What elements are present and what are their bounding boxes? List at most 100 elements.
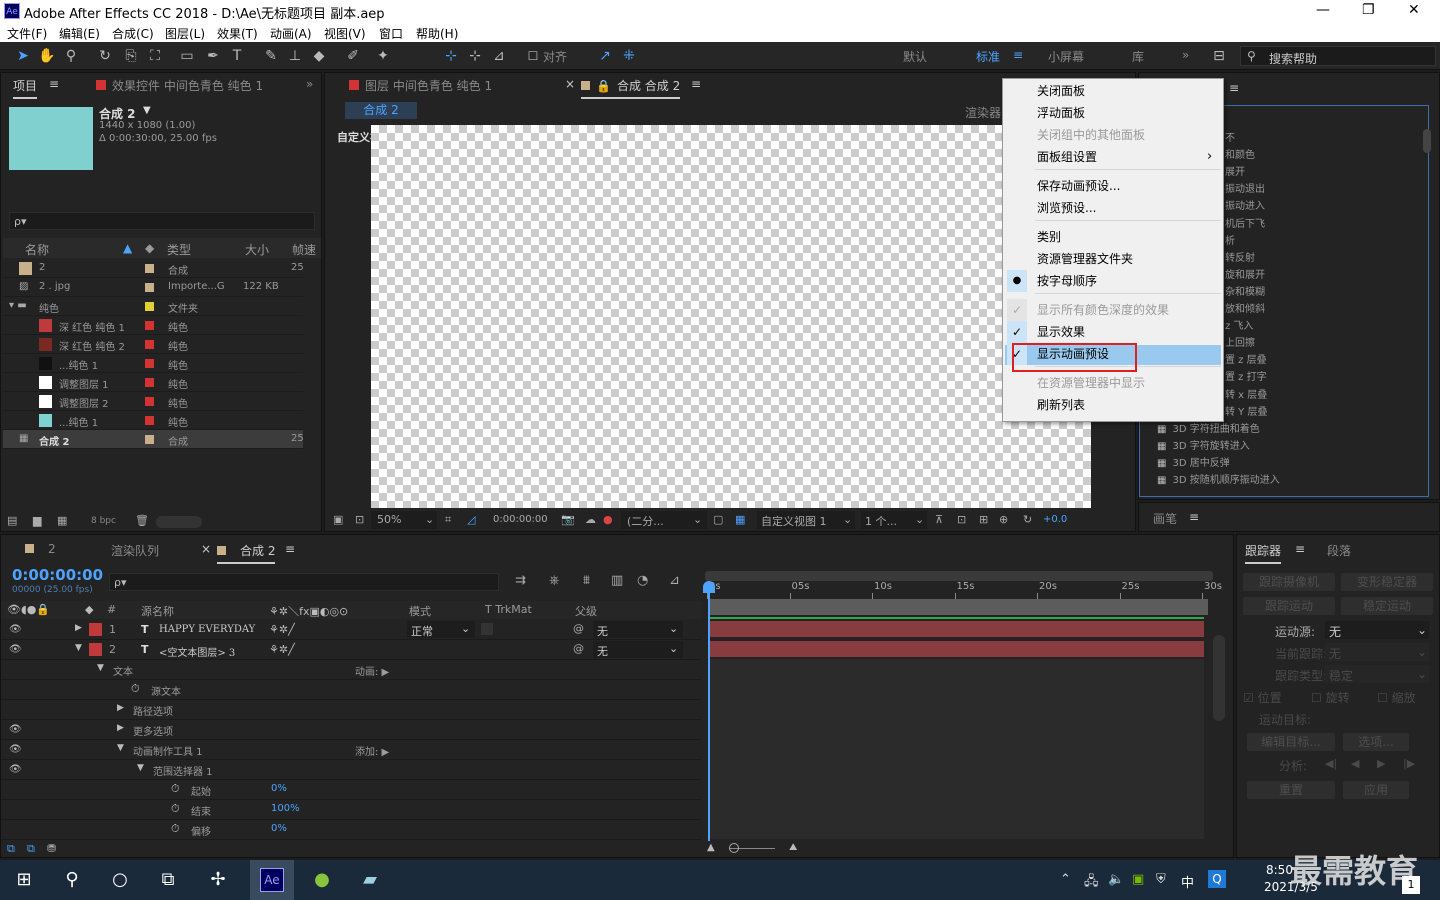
view-axis-icon[interactable]: ⊿ bbox=[490, 47, 508, 65]
menu-item[interactable]: 资源管理器文件夹 bbox=[1037, 249, 1133, 269]
zoom-select[interactable]: 50% ⌄ bbox=[371, 511, 437, 529]
expand-layer-switches-icon[interactable]: ⧉ bbox=[7, 842, 15, 856]
notification-center-icon[interactable]: 1 bbox=[1402, 876, 1420, 894]
source-name-column[interactable]: 源名称 bbox=[141, 603, 174, 619]
task-view-icon[interactable]: ⧉ bbox=[156, 868, 180, 892]
expand-in-out-icon[interactable]: ⛃ bbox=[47, 842, 56, 855]
help-search-input[interactable]: ⚲ 搜索帮助 bbox=[1240, 46, 1436, 66]
rotation-checkbox[interactable]: ☐ 旋转 bbox=[1311, 689, 1350, 706]
always-preview-icon[interactable]: ▣ bbox=[333, 513, 343, 526]
property-row[interactable]: 👁▼动画制作工具 1添加: ▶I bbox=[1, 740, 710, 760]
transparency-grid-icon[interactable]: ▦ bbox=[735, 513, 745, 526]
delete-icon[interactable]: 🗑 bbox=[135, 514, 149, 527]
visibility-eye-icon[interactable]: 👁 bbox=[9, 624, 22, 635]
snap-checkbox-icon[interactable]: ☐ bbox=[524, 47, 542, 65]
tab-render-queue[interactable]: 渲染队列 bbox=[111, 542, 159, 559]
menu-item[interactable]: 关闭面板 bbox=[1037, 81, 1085, 101]
brush-tool-icon[interactable]: ✎ bbox=[262, 47, 280, 65]
qq-icon[interactable]: Q bbox=[1208, 870, 1226, 888]
project-item[interactable]: ...纯色 1 纯色 bbox=[3, 354, 303, 373]
work-area-range[interactable] bbox=[708, 599, 1208, 615]
effects-list-item[interactable]: 机后下飞 bbox=[1225, 215, 1265, 230]
rectangle-tool-icon[interactable]: ▭ bbox=[178, 47, 196, 65]
effects-list-item[interactable]: ▦ 3D 按随机顺序振动进入 bbox=[1157, 471, 1280, 486]
tab-project[interactable]: 项目 bbox=[13, 77, 38, 99]
ime-indicator[interactable]: 中 bbox=[1181, 872, 1194, 891]
property-value[interactable]: 100% bbox=[271, 803, 300, 814]
workspace-standard[interactable]: 标准 bbox=[976, 48, 1000, 65]
menu-item[interactable]: 在资源管理器中显示 bbox=[1037, 373, 1145, 393]
toggle-pixel-aspect-icon[interactable]: ⊼ bbox=[935, 513, 943, 526]
layer-1-bar[interactable] bbox=[708, 621, 1204, 637]
expand-arrow-icon[interactable]: ▶ bbox=[117, 703, 124, 713]
column-name[interactable]: 名称 bbox=[25, 241, 49, 258]
timeline-scrollbar[interactable] bbox=[1213, 635, 1225, 721]
project-item[interactable]: ▦ 合成 2 合成 25 bbox=[3, 430, 304, 449]
color-channels-icon[interactable]: ● bbox=[603, 513, 613, 526]
trkmat-column[interactable]: T TrkMat bbox=[485, 603, 532, 616]
exposure-value[interactable]: +0.0 bbox=[1043, 514, 1067, 525]
menu-item[interactable]: 显示效果 bbox=[1037, 322, 1085, 342]
menu-layer[interactable]: 图层(L) bbox=[165, 25, 205, 42]
edit-target-button[interactable]: 编辑目标... bbox=[1247, 733, 1335, 751]
layer-label-color[interactable] bbox=[89, 623, 102, 636]
timeline-panel-menu-icon[interactable]: ≡ bbox=[285, 542, 295, 556]
expand-arrow-icon[interactable]: ▼ bbox=[137, 763, 144, 773]
property-row[interactable]: ⏱结束100%I bbox=[1, 800, 710, 820]
analyze-backward-icon[interactable]: ◀| bbox=[1325, 757, 1337, 770]
label-color[interactable] bbox=[145, 435, 154, 444]
track-camera-button[interactable]: 跟踪摄像机 bbox=[1243, 573, 1335, 591]
menu-item[interactable]: 显示所有颜色深度的效果 bbox=[1037, 300, 1169, 320]
frame-blending-icon[interactable]: ▥ bbox=[611, 573, 623, 588]
pen-tool-icon[interactable]: ✒ bbox=[204, 47, 222, 65]
menu-edit[interactable]: 编辑(E) bbox=[59, 25, 100, 42]
close-button[interactable]: ✕ bbox=[1408, 2, 1420, 18]
expand-arrow-icon[interactable]: ▼ bbox=[97, 663, 104, 673]
tab-brush[interactable]: 画笔 bbox=[1153, 510, 1177, 527]
pinwheel-app-icon[interactable]: ✢ bbox=[206, 868, 230, 892]
resolution-select[interactable]: (二分... ⌄ bbox=[621, 511, 707, 529]
menu-item[interactable]: 关闭组中的其他面板 bbox=[1037, 125, 1145, 145]
time-ruler[interactable]: 0s05s10s15s20s25s30s bbox=[705, 581, 1222, 599]
stopwatch-icon[interactable]: ⏱ bbox=[171, 802, 180, 816]
current-track-select[interactable]: 无 ⌄ bbox=[1325, 643, 1429, 661]
effects-list-item[interactable]: z 飞入 bbox=[1225, 317, 1253, 332]
effects-list-item[interactable]: 置 z 打字 bbox=[1225, 368, 1267, 383]
property-action[interactable]: 动画: ▶ bbox=[355, 663, 389, 678]
snapshot-camera-icon[interactable]: 📷 bbox=[561, 513, 575, 526]
options-button[interactable]: 选项... bbox=[1343, 733, 1409, 751]
parent-select[interactable]: 无 ⌄ bbox=[593, 621, 683, 638]
stopwatch-icon[interactable]: ⏱ bbox=[131, 682, 140, 696]
tab-layer[interactable]: 图层 中间色青色 纯色 1 bbox=[349, 77, 492, 94]
column-fps[interactable]: 帧速 bbox=[292, 241, 316, 258]
brush-panel-menu-icon[interactable]: ≡ bbox=[1189, 510, 1199, 524]
apply-button[interactable]: 应用 bbox=[1343, 781, 1409, 799]
clone-stamp-tool-icon[interactable]: ⊥ bbox=[286, 47, 304, 65]
comp-flowchart-tab[interactable]: 合成 2 bbox=[345, 102, 417, 119]
layer-row[interactable]: 👁 ▶ 1 T HAPPY EVERYDAY ⚘✲╱ 正常 ⌄ @ 无 ⌄ bbox=[1, 620, 701, 640]
cortana-icon[interactable]: ○ bbox=[108, 868, 132, 892]
maximize-button[interactable]: ❐ bbox=[1362, 2, 1375, 18]
preserve-transparency-toggle[interactable] bbox=[481, 623, 493, 635]
menu-item[interactable]: 面板组设置 bbox=[1037, 147, 1097, 167]
shy-layers-icon[interactable]: ⩩ bbox=[583, 573, 590, 588]
property-value[interactable]: 0% bbox=[271, 783, 287, 794]
project-item[interactable]: 调整图层 1 纯色 bbox=[3, 373, 303, 392]
comp-dropdown-icon[interactable]: ▼ bbox=[143, 105, 151, 116]
track-type-select[interactable]: 稳定 ⌄ bbox=[1325, 665, 1429, 683]
property-row[interactable]: 👁▶更多选项I bbox=[1, 720, 710, 740]
zoom-slider-thumb[interactable] bbox=[729, 843, 739, 853]
menu-item[interactable]: 保存动画预设... bbox=[1037, 176, 1120, 196]
new-composition-icon[interactable]: ▦ bbox=[57, 514, 67, 527]
eraser-tool-icon[interactable]: ◆ bbox=[310, 47, 328, 65]
flowchart-icon[interactable]: ⊕ bbox=[999, 513, 1008, 526]
layer-label-color[interactable] bbox=[89, 643, 102, 656]
tab-paragraph[interactable]: 段落 bbox=[1327, 542, 1351, 559]
motion-source-select[interactable]: 无 ⌄ bbox=[1325, 621, 1429, 639]
local-axis-icon[interactable]: ⊹ bbox=[442, 47, 460, 65]
position-checkbox[interactable]: ☑ 位置 bbox=[1243, 689, 1282, 706]
tab-composition[interactable]: 🔒 合成 合成 2 bbox=[581, 77, 681, 99]
property-row[interactable]: ⏱偏移0%I bbox=[1, 820, 710, 840]
column-size[interactable]: 大小 bbox=[245, 241, 269, 258]
sync-settings-icon[interactable]: ⊟ bbox=[1210, 47, 1228, 65]
